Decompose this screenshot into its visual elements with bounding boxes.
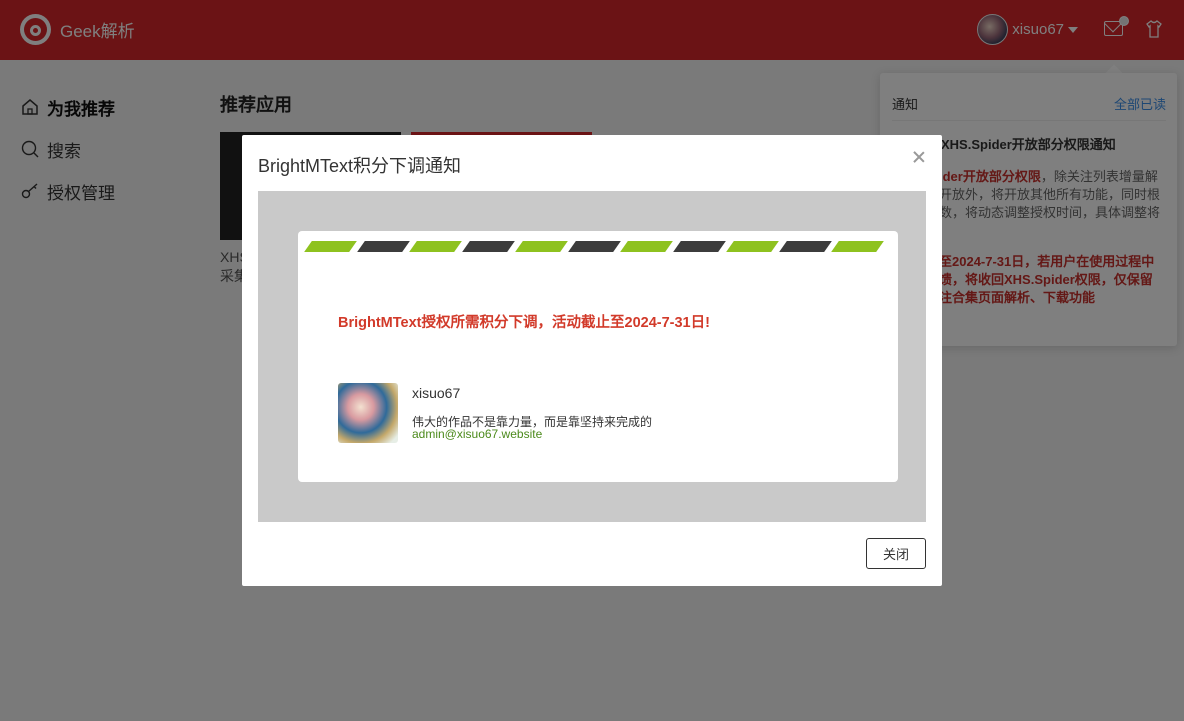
notice-message: BrightMText授权所需积分下调，活动截止至2024-7-31日! bbox=[338, 315, 710, 331]
notice-modal: BrightMText积分下调通知 BrightMText授权所需积分下调，活动… bbox=[242, 135, 942, 586]
close-button[interactable]: 关闭 bbox=[866, 538, 926, 569]
letter-frame: BrightMText授权所需积分下调，活动截止至2024-7-31日! xis… bbox=[258, 191, 926, 522]
close-icon[interactable] bbox=[911, 149, 927, 165]
modal-title: BrightMText积分下调通知 bbox=[258, 156, 462, 176]
author-avatar bbox=[338, 383, 398, 443]
envelope-stripes bbox=[304, 241, 888, 252]
letter-card: BrightMText授权所需积分下调，活动截止至2024-7-31日! xis… bbox=[298, 231, 898, 482]
author-email[interactable]: admin@xisuo67.website bbox=[412, 427, 542, 441]
author-name: xisuo67 bbox=[412, 385, 461, 401]
